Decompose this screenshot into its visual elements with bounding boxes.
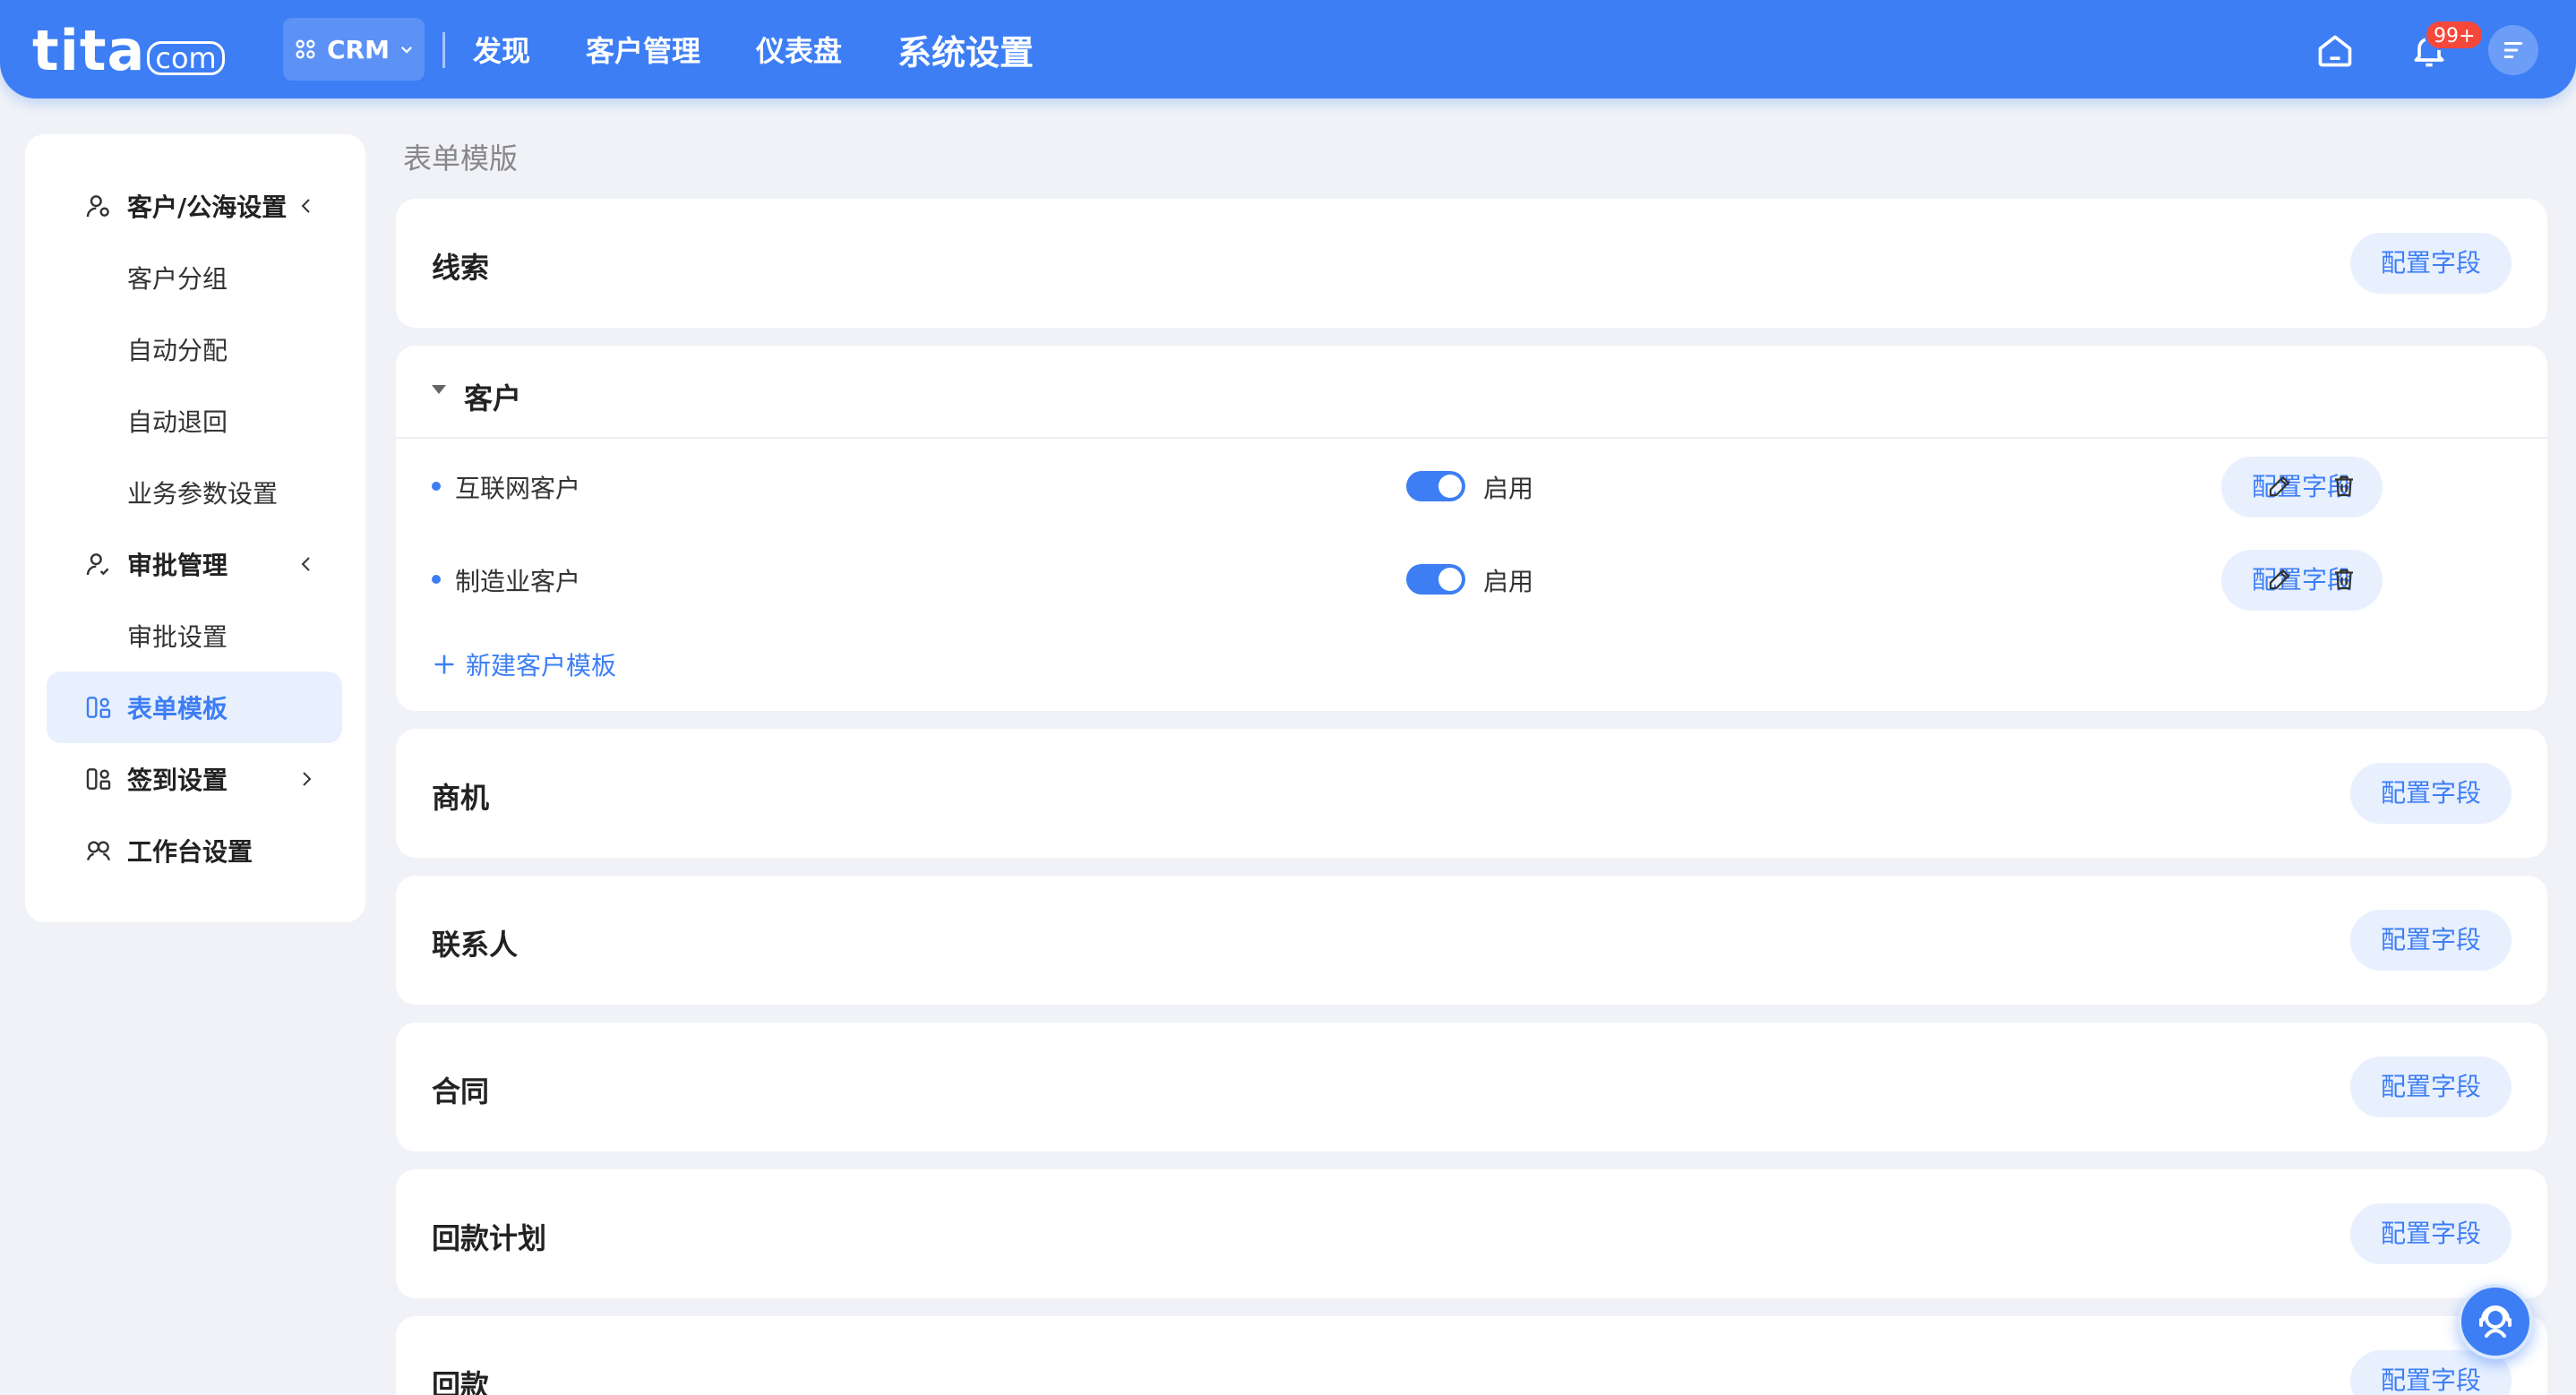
edit-icon[interactable] (2266, 473, 2293, 500)
toggle-status-label: 启用 (1483, 567, 1534, 596)
menu-button[interactable] (2488, 25, 2538, 75)
sidebar-item-label: 审批设置 (127, 622, 228, 652)
form-card-contacts: 联系人 配置字段 (396, 876, 2547, 1005)
config-fields-button[interactable]: 配置字段 (2350, 1203, 2512, 1264)
menu-icon (2503, 42, 2523, 58)
edit-icon[interactable] (2266, 566, 2293, 593)
nav-dashboard[interactable]: 仪表盘 (756, 29, 842, 70)
sidebar-item-customer-groups[interactable]: 客户分组 (47, 242, 342, 313)
trash-icon[interactable] (2331, 566, 2357, 593)
bullet-dot (432, 482, 441, 491)
chevron-left-icon (296, 553, 317, 575)
config-fields-button[interactable]: 配置字段 (2221, 550, 2383, 611)
sidebar-item-customer-pool[interactable]: 客户/公海设置 (47, 170, 342, 242)
nav-divider (442, 32, 445, 68)
sidebar-item-label: 客户/公海设置 (127, 193, 288, 222)
sidebar-item-label: 客户分组 (127, 264, 228, 294)
sidebar-item-label: 工作台设置 (127, 837, 253, 867)
tita-logo[interactable]: tita com (32, 16, 225, 79)
nav-system-settings[interactable]: 系统设置 (897, 25, 1034, 74)
sidebar-item-label: 表单模板 (127, 694, 228, 723)
template-name: 制造业客户 (455, 567, 581, 596)
card-title: 回款 (432, 1368, 490, 1395)
headset-icon (2479, 1305, 2512, 1338)
card-title: 商机 (432, 781, 490, 815)
bullet-dot (432, 575, 441, 584)
form-card-contracts: 合同 配置字段 (396, 1023, 2547, 1151)
enable-toggle[interactable] (1406, 564, 1465, 595)
user-approve-icon (84, 550, 113, 578)
list-item: 制造业客户 启用 配置字段 (396, 532, 2547, 625)
card-title: 联系人 (432, 928, 519, 962)
sidebar-item-workbench-settings[interactable]: 工作台设置 (47, 815, 342, 886)
sidebar-item-approval-management[interactable]: 审批管理 (47, 528, 342, 600)
notification-badge: 99+ (2425, 20, 2485, 50)
add-template-label: 新建客户模板 (466, 651, 617, 680)
app-switcher-label: CRM (327, 34, 390, 64)
card-title: 线索 (432, 251, 490, 285)
sidebar-item-label: 签到设置 (127, 766, 228, 795)
settings-sidebar: 客户/公海设置 客户分组 自动分配 自动退回 业务参数设置 审批管理 审批设置 … (25, 134, 365, 922)
main-nav: 发现 客户管理 仪表盘 系统设置 (473, 0, 1034, 98)
home-button[interactable] (2315, 30, 2355, 70)
sidebar-item-form-templates[interactable]: 表单模板 (47, 672, 342, 743)
customer-card-header[interactable]: 客户 (396, 346, 2547, 439)
sidebar-item-label: 审批管理 (127, 551, 228, 580)
logo-text: tita (32, 18, 146, 83)
customer-service-button[interactable] (2458, 1284, 2533, 1359)
logo-suffix: com (147, 41, 225, 75)
sidebar-item-label: 自动退回 (127, 407, 228, 437)
config-fields-button[interactable]: 配置字段 (2221, 457, 2383, 518)
nav-discover[interactable]: 发现 (473, 29, 530, 70)
sidebar-item-business-params[interactable]: 业务参数设置 (47, 457, 342, 528)
trash-icon[interactable] (2331, 473, 2357, 500)
sidebar-item-approval-settings[interactable]: 审批设置 (47, 600, 342, 672)
page-title: 表单模版 (403, 141, 519, 175)
card-title: 合同 (432, 1074, 490, 1108)
enable-toggle[interactable] (1406, 471, 1465, 501)
form-card-payment-plans: 回款计划 配置字段 (396, 1169, 2547, 1298)
template-name: 互联网客户 (455, 474, 581, 503)
sidebar-item-auto-assign[interactable]: 自动分配 (47, 313, 342, 385)
user-gear-icon (84, 192, 113, 220)
form-card-payments: 回款 配置字段 (396, 1316, 2547, 1395)
list-item: 互联网客户 启用 配置字段 (396, 439, 2547, 532)
plus-icon (434, 655, 454, 674)
form-icon (84, 693, 113, 722)
form-card-leads: 线索 配置字段 (396, 199, 2547, 328)
home-icon (2318, 35, 2352, 67)
form-icon (84, 765, 113, 793)
caret-down-icon[interactable] (432, 385, 446, 394)
form-card-opportunities: 商机 配置字段 (396, 729, 2547, 858)
grid-command-icon (296, 39, 315, 59)
card-title: 客户 (464, 381, 522, 415)
sidebar-item-auto-return[interactable]: 自动退回 (47, 385, 342, 457)
config-fields-button[interactable]: 配置字段 (2350, 763, 2512, 824)
card-title: 回款计划 (432, 1221, 547, 1255)
add-customer-template-button[interactable]: 新建客户模板 (432, 646, 616, 682)
config-fields-button[interactable]: 配置字段 (2350, 910, 2512, 971)
sidebar-item-label: 业务参数设置 (127, 479, 279, 509)
top-navbar: tita com CRM 发现 客户管理 仪表盘 系统设置 99+ (0, 0, 2576, 98)
chevron-left-icon (296, 195, 317, 217)
workbench-icon (84, 836, 113, 865)
config-fields-button[interactable]: 配置字段 (2350, 233, 2512, 294)
nav-customer-management[interactable]: 客户管理 (586, 29, 700, 70)
chevron-down-icon (400, 46, 413, 54)
config-fields-button[interactable]: 配置字段 (2350, 1057, 2512, 1117)
form-card-customers: 客户 互联网客户 启用 配置字段 制造业客户 启用 配置字段 新建客户模板 (396, 346, 2547, 711)
app-switcher-button[interactable]: CRM (283, 18, 425, 81)
toggle-status-label: 启用 (1483, 474, 1534, 503)
sidebar-item-checkin-settings[interactable]: 签到设置 (47, 743, 342, 815)
chevron-right-icon (296, 768, 317, 790)
sidebar-item-label: 自动分配 (127, 336, 228, 365)
